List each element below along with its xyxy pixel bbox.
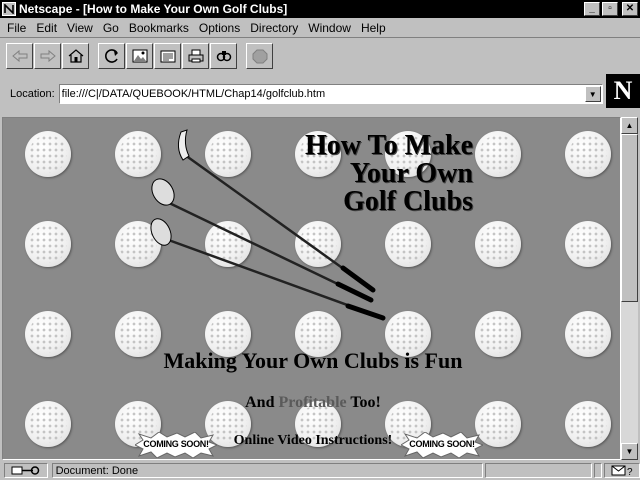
images-icon — [132, 49, 147, 63]
menu-edit[interactable]: Edit — [31, 21, 62, 35]
minimize-icon: _ — [589, 3, 595, 14]
location-bar: Location: ▼ — [0, 76, 640, 112]
minimize-button[interactable]: _ — [584, 2, 600, 16]
chevron-down-icon: ▼ — [588, 89, 597, 99]
forward-icon — [40, 49, 56, 63]
toolbar — [0, 39, 640, 73]
open-button[interactable] — [154, 43, 181, 69]
title-bar: Netscape - [How to Make Your Own Golf Cl… — [0, 0, 640, 18]
location-field[interactable]: ▼ — [58, 84, 603, 104]
profitable-prefix: And — [245, 394, 279, 411]
arrow-down-icon: ▼ — [625, 447, 634, 456]
golf-ball-tile — [475, 131, 521, 177]
golf-ball-tile — [565, 131, 611, 177]
menu-options[interactable]: Options — [194, 21, 245, 35]
profitable-suffix: Too! — [346, 394, 381, 411]
maximize-icon: ▫ — [608, 3, 612, 14]
scroll-up-button[interactable]: ▲ — [621, 117, 638, 134]
scroll-down-button[interactable]: ▼ — [621, 443, 638, 460]
menu-bookmarks[interactable]: Bookmarks — [124, 21, 194, 35]
images-button[interactable] — [126, 43, 153, 69]
heading-line-2: Your Own — [349, 158, 473, 189]
scroll-thumb[interactable] — [621, 134, 638, 302]
svg-text:?: ? — [627, 467, 633, 476]
menu-bar: File Edit View Go Bookmarks Options Dire… — [0, 18, 640, 38]
mail-icon[interactable]: ? — [604, 463, 640, 478]
print-icon — [188, 49, 203, 63]
security-key-icon[interactable] — [4, 463, 48, 478]
close-button[interactable]: ✕ — [622, 2, 638, 16]
reload-button[interactable] — [98, 43, 125, 69]
url-input[interactable] — [59, 85, 585, 103]
menu-go[interactable]: Go — [98, 21, 124, 35]
back-icon — [11, 49, 27, 63]
status-text: Document: Done — [51, 463, 484, 478]
profitable-accent: Profitable — [278, 394, 347, 411]
status-progress — [485, 463, 593, 478]
maximize-button[interactable]: ▫ — [602, 2, 618, 16]
subtitle: Making Your Own Clubs is Fun — [163, 348, 463, 373]
page-heading: How To Make Your Own Golf Clubs — [253, 132, 473, 216]
find-button[interactable] — [210, 43, 237, 69]
coming-soon-right-text: COMING SOON! — [409, 439, 475, 449]
golf-ball-tile — [565, 221, 611, 267]
window-title: Netscape - [How to Make Your Own Golf Cl… — [19, 2, 288, 16]
close-icon: ✕ — [625, 3, 635, 14]
menu-help[interactable]: Help — [356, 21, 391, 35]
golf-ball-tile — [25, 131, 71, 177]
arrow-up-icon: ▲ — [625, 121, 634, 130]
heading-line-3: Golf Clubs — [343, 186, 473, 217]
open-icon — [160, 50, 175, 63]
status-cell-small — [594, 463, 603, 478]
netscape-logo[interactable]: N — [606, 74, 640, 108]
forward-button[interactable] — [34, 43, 61, 69]
menu-file[interactable]: File — [2, 21, 31, 35]
print-button[interactable] — [182, 43, 209, 69]
page-content: How To Make Your Own Golf Clubs Making Y… — [2, 117, 621, 460]
profitable-line: And Profitable Too! — [3, 394, 620, 412]
coming-soon-badge-left: COMING SOON! — [135, 432, 217, 458]
home-icon — [68, 49, 83, 63]
find-icon — [216, 51, 231, 62]
heading-line-1: How To Make — [304, 130, 473, 161]
stop-button[interactable] — [246, 43, 273, 69]
coming-soon-badge-right: COMING SOON! — [401, 432, 483, 458]
video-instructions-link[interactable]: Online Video Instructions! — [3, 433, 620, 449]
golf-ball-tile — [25, 221, 71, 267]
reload-icon — [104, 49, 118, 63]
vertical-scrollbar[interactable]: ▲ ▼ — [621, 117, 638, 460]
stop-icon — [252, 49, 267, 64]
netscape-app-icon[interactable] — [2, 2, 16, 16]
location-label: Location: — [10, 88, 55, 100]
menu-directory[interactable]: Directory — [245, 21, 303, 35]
coming-soon-left-text: COMING SOON! — [143, 439, 209, 449]
menu-view[interactable]: View — [62, 21, 98, 35]
home-button[interactable] — [62, 43, 89, 69]
golf-ball-tile — [475, 221, 521, 267]
back-button[interactable] — [6, 43, 33, 69]
status-bar: Document: Done ? — [0, 461, 640, 480]
location-dropdown-button[interactable]: ▼ — [584, 86, 601, 102]
menu-window[interactable]: Window — [303, 21, 356, 35]
